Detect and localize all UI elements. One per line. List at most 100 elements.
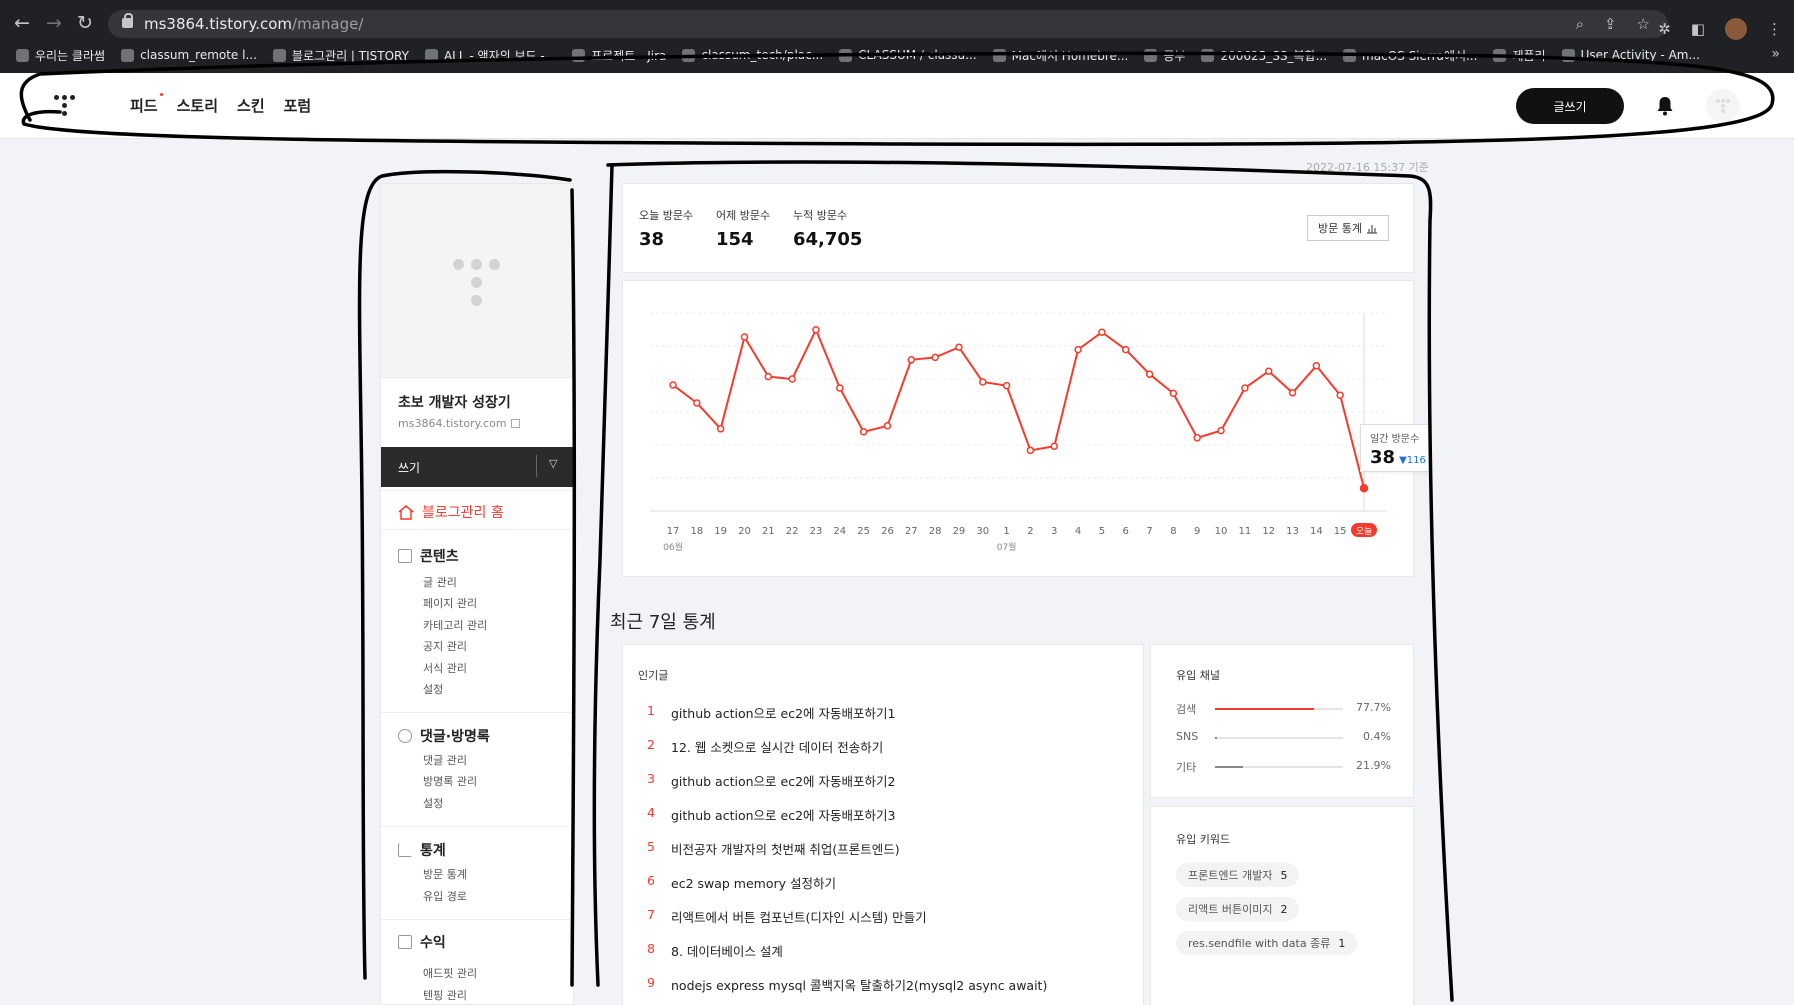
zoom-icon[interactable]: ⌕ xyxy=(1576,15,1584,33)
tistory-logo-icon[interactable] xyxy=(54,95,76,119)
sidebar-icon[interactable]: ◧ xyxy=(1691,20,1705,38)
sidebar-item-guestbook[interactable]: 방명록 관리 xyxy=(423,773,477,789)
data-point xyxy=(1121,345,1130,354)
blog-url-text: ms3864.tistory.com xyxy=(398,417,507,430)
popular-post-item[interactable]: 8 8. 데이터베이스 설계 xyxy=(647,941,783,960)
bookmarks-more-icon[interactable]: » xyxy=(1771,46,1780,62)
popular-post-item[interactable]: 1 github action으로 ec2에 자동배포하기1 xyxy=(647,703,895,722)
bookmark-favicon-icon xyxy=(1144,48,1158,62)
back-arrow-icon[interactable]: ← xyxy=(14,13,30,33)
bookmark-item[interactable]: classum_tech/plac... xyxy=(682,48,823,62)
blog-profile-avatar[interactable] xyxy=(1706,89,1740,123)
forward-arrow-icon[interactable]: → xyxy=(46,13,62,33)
bookmark-item[interactable]: 블로그관리 | TISTORY xyxy=(272,47,409,64)
bookmark-item[interactable]: CLASSUM / classu... xyxy=(839,48,977,62)
bookmark-star-icon[interactable]: ☆ xyxy=(1637,15,1650,33)
write-dropdown[interactable]: 쓰기 ▽ xyxy=(381,447,575,487)
traffic-channels-title: 유입 채널 xyxy=(1176,669,1220,682)
bookmark-item[interactable]: 제품리 xyxy=(1493,47,1546,64)
channel-bar-fill xyxy=(1215,708,1315,710)
popular-post-item[interactable]: 6 ec2 swap memory 설정하기 xyxy=(647,873,836,892)
share-icon[interactable]: ⇪ xyxy=(1604,15,1617,33)
traffic-channels-panel: 유입 채널 검색 77.7% SNS 0.4% 기타 21.9% xyxy=(1150,644,1414,798)
popular-post-item[interactable]: 2 12. 웹 소켓으로 실시간 데이터 전송하기 xyxy=(647,737,883,756)
bookmark-item[interactable]: Mac에서 Homebre... xyxy=(992,47,1129,64)
address-bar[interactable]: ms3864.tistory.com/manage/ ⌕ ⇪ ☆ xyxy=(108,10,1668,38)
sidebar-item-notices[interactable]: 공지 관리 xyxy=(423,638,467,654)
blog-url[interactable]: ms3864.tistory.com xyxy=(381,412,573,430)
bookmark-item[interactable]: 200625_SS_복합... xyxy=(1201,47,1327,64)
sidebar-item-home[interactable]: 블로그관리 홈 xyxy=(398,502,504,522)
bookmark-label: Mac에서 Homebre... xyxy=(1011,48,1129,63)
nav-skin[interactable]: 스킨 xyxy=(237,95,265,116)
url-text[interactable]: ms3864.tistory.com/manage/ xyxy=(144,15,363,33)
sidebar-item-visit-stats[interactable]: 방문 통계 xyxy=(423,866,467,882)
sidebar-item-posts[interactable]: 글 관리 xyxy=(423,574,457,590)
keyword-pill[interactable]: 프론트엔드 개발자 5 xyxy=(1176,863,1300,887)
bookmark-label: 제품리 xyxy=(1512,48,1546,63)
bookmark-label: ALL - 액자의 보드 -... xyxy=(443,48,557,63)
visit-stats-button[interactable]: 방문 통계 xyxy=(1307,215,1389,241)
data-point xyxy=(1098,328,1106,336)
popular-post-item[interactable]: 4 github action으로 ec2에 자동배포하기3 xyxy=(647,805,895,824)
bell-icon[interactable] xyxy=(1656,96,1674,116)
nav-forum[interactable]: 포럼 xyxy=(284,95,312,116)
divider xyxy=(381,529,573,530)
bookmark-item[interactable]: 프로젝트 - Jira xyxy=(572,47,666,64)
post-rank: 3 xyxy=(647,771,655,786)
post-title: github action으로 ec2에 자동배포하기2 xyxy=(671,774,896,789)
data-point xyxy=(1026,446,1035,455)
bookmark-favicon-icon xyxy=(1561,48,1575,62)
popular-post-item[interactable]: 3 github action으로 ec2에 자동배포하기2 xyxy=(647,771,895,790)
sidebar-item-pages[interactable]: 페이지 관리 xyxy=(423,595,477,611)
lock-icon xyxy=(122,13,133,28)
blog-thumbnail[interactable] xyxy=(381,184,573,378)
sidebar-section-stats[interactable]: 통계 xyxy=(398,840,446,860)
keywords-title: 유입 키워드 xyxy=(1176,833,1231,846)
bookmark-item[interactable]: ALL - 액자의 보드 -... xyxy=(424,47,557,64)
bookmark-item[interactable]: 공부 xyxy=(1144,47,1185,64)
sidebar-item-templates[interactable]: 서식 관리 xyxy=(423,660,467,676)
sidebar-item-comment-settings[interactable]: 설정 xyxy=(423,795,443,811)
yesterday-visits: 어제 방문수 154 xyxy=(716,207,770,250)
today-visits: 오늘 방문수 38 xyxy=(639,207,693,250)
nav-feed[interactable]: 피드 xyxy=(130,93,163,116)
popular-post-item[interactable]: 5 비전공자 개발자의 첫번째 취업(프론트엔드) xyxy=(647,839,900,858)
traffic-channel-row: SNS 0.4% xyxy=(1176,730,1391,744)
home-icon xyxy=(398,504,414,520)
divider xyxy=(381,919,573,920)
keyword-pill[interactable]: res.sendfile with data 종류 1 xyxy=(1176,931,1358,955)
data-point xyxy=(1050,442,1058,450)
sidebar-item-tenping[interactable]: 텐핑 관리 xyxy=(423,987,467,1003)
bookmark-item[interactable]: User Activity - Am... xyxy=(1561,48,1700,62)
bookmark-favicon-icon xyxy=(1201,48,1215,62)
menu-kebab-icon[interactable]: ⋮ xyxy=(1767,20,1782,38)
sidebar-section-comments[interactable]: 댓글·방명록 xyxy=(398,726,490,746)
profile-avatar[interactable] xyxy=(1725,18,1747,40)
nav-story[interactable]: 스토리 xyxy=(177,95,218,116)
write-post-button[interactable]: 글쓰기 xyxy=(1516,88,1624,124)
popular-post-item[interactable]: 9 nodejs express mysql 콜백지옥 탈출하기2(mysql2 … xyxy=(647,975,1047,994)
sidebar-section-content[interactable]: 콘텐츠 xyxy=(398,546,459,566)
reload-icon[interactable]: ↻ xyxy=(77,13,93,33)
sidebar-item-categories[interactable]: 카테고리 관리 xyxy=(423,617,487,633)
sidebar-item-adfit[interactable]: 애드핏 관리 xyxy=(423,965,477,981)
x-tick-label: 29 xyxy=(953,526,966,537)
write-dropdown-label: 쓰기 xyxy=(398,461,421,475)
blog-name[interactable]: 초보 개발자 성장기 xyxy=(381,378,573,412)
comment-icon xyxy=(398,729,412,743)
sidebar-item-referrers[interactable]: 유입 경로 xyxy=(423,888,467,904)
bookmark-item[interactable]: 우리는 클라썸 xyxy=(16,47,105,64)
chevron-down-icon[interactable]: ▽ xyxy=(549,457,557,470)
keyword-pill[interactable]: 리액트 버튼이미지 2 xyxy=(1176,897,1300,921)
sidebar-item-comments[interactable]: 댓글 관리 xyxy=(423,752,467,768)
bookmark-item[interactable]: macOS Sierra에서... xyxy=(1343,47,1477,64)
bookmark-item[interactable]: classum_remote l... xyxy=(121,48,257,62)
extensions-icon[interactable]: ✲ xyxy=(1658,20,1671,38)
popular-post-item[interactable]: 7 리액트에서 버튼 컴포넌트(디자인 시스템) 만들기 xyxy=(647,907,927,926)
sidebar-item-content-settings[interactable]: 설정 xyxy=(423,681,443,697)
post-rank: 7 xyxy=(647,907,655,922)
today-visits-value: 38 xyxy=(639,229,665,250)
data-point xyxy=(1217,426,1225,435)
sidebar-section-revenue[interactable]: 수익 xyxy=(398,932,446,952)
